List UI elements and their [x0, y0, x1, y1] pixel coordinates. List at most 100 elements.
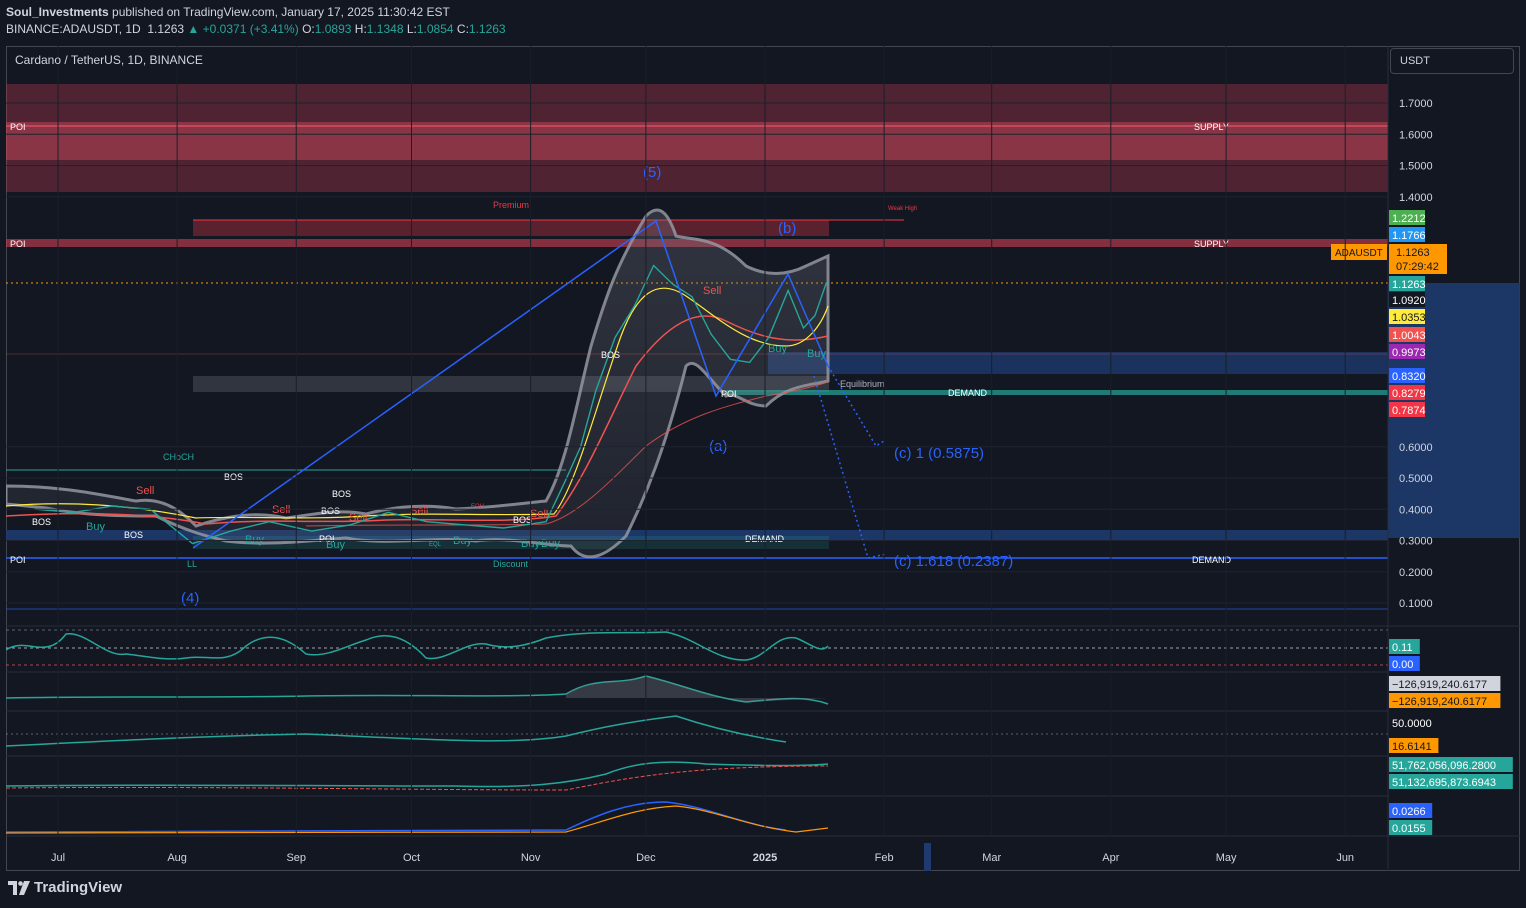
supply-label-upper: SUPPLY — [1194, 122, 1229, 132]
x-tick-label: Jul — [51, 852, 65, 864]
symbol-tag: ADAUSDT — [1335, 248, 1383, 259]
demand-label-bottom: DEMAND — [1192, 555, 1232, 565]
x-tick-label: Jun — [1336, 852, 1354, 864]
y-tick-label: 0.2000 — [1399, 567, 1433, 579]
oscillator-line — [6, 631, 829, 661]
indicator-label: 0.11 — [1392, 642, 1413, 654]
choch-label: CHoCH — [163, 452, 194, 462]
x-tick-label: Dec — [636, 852, 656, 864]
ll-label: LL — [187, 559, 197, 569]
rsi-line — [6, 715, 787, 747]
wave-c1-label: (c) 1 (0.5875) — [894, 445, 984, 462]
sell-label-2: Sell — [272, 504, 290, 516]
price-label: 0.8279 — [1392, 388, 1426, 400]
x-tick-label: Mar — [982, 852, 1001, 864]
publish-info: Soul_Investments published on TradingVie… — [6, 5, 450, 19]
price-label: 0.9973 — [1392, 347, 1426, 359]
eql-label: EQL — [429, 542, 442, 548]
high-value: 1.1348 — [366, 22, 404, 36]
published-text: published on TradingView.com, January 17… — [108, 5, 450, 19]
indicator-label: 0.0155 — [1392, 823, 1426, 835]
indicator-axis-labels: 0.11 0.00 −126,919,240.6177 −126,919,240.61… — [1389, 639, 1513, 835]
indicator-label: 0.0266 — [1392, 806, 1426, 818]
premium-zone — [193, 220, 829, 236]
indicator-label: 51,762,056,096.2800 — [1392, 760, 1496, 772]
price-label: 1.0043 — [1392, 330, 1426, 342]
x-tick-label: 2025 — [753, 852, 777, 864]
sell-label-4: Sell — [410, 505, 428, 517]
price-axis-labels: 1.2212 1.1766 1.1263 1.0920 1.0353 1.0043 0.99… — [1389, 210, 1426, 417]
price-label: 1.2212 — [1392, 213, 1426, 225]
ohlc-line: BINANCE:ADAUSDT, 1D 1.1263 ▲ +0.0371 (+3… — [6, 22, 506, 36]
supply-label-lower: SUPPLY — [1194, 239, 1229, 249]
indicator-label: 0.00 — [1392, 659, 1413, 671]
volume-oscillator-line — [6, 675, 829, 705]
last-price: 1.1263 — [147, 22, 185, 36]
poi-label-demand: POI — [721, 389, 737, 399]
tradingview-logo-icon — [8, 880, 30, 895]
time-axis-highlight — [924, 843, 931, 871]
sell-label-6: Sell — [703, 285, 721, 297]
open-label: O: — [302, 22, 315, 36]
bos-label-3: BOS — [32, 517, 51, 527]
footer-brand[interactable]: TradingView — [8, 879, 122, 896]
volume-oscillator-fill — [566, 676, 828, 702]
x-tick-label: May — [1216, 852, 1237, 864]
sell-label-3: Sell — [349, 512, 367, 524]
supply-zone-upper-core — [6, 122, 1388, 160]
symbol-title: Cardano / TetherUS, 1D, BINANCE — [15, 53, 203, 67]
projection-wave-c1 — [827, 365, 885, 448]
low-label: L: — [406, 22, 417, 36]
brand-name: TradingView — [34, 879, 123, 896]
poi-label-supply-upper: POI — [10, 122, 26, 132]
price-label: 1.0920 — [1392, 295, 1426, 307]
poi-label-supply-lower: POI — [10, 239, 26, 249]
y-tick-label: 0.1000 — [1399, 598, 1433, 610]
low-value: 1.0854 — [416, 22, 454, 36]
bar-countdown: 07:29:42 — [1396, 261, 1439, 273]
bos-label-5: BOS — [321, 506, 340, 516]
indicator-label: −126,919,240.6177 — [1392, 696, 1487, 708]
premium-label: Premium — [493, 200, 529, 210]
close-label: C: — [456, 22, 469, 36]
equilibrium-label: Equilibrium — [840, 379, 885, 389]
bos-label-7: BOS — [601, 350, 620, 360]
y-tick-label: 0.6000 — [1399, 442, 1433, 454]
y-tick-label: 1.5000 — [1399, 161, 1433, 173]
y-tick-label: 0.5000 — [1399, 473, 1433, 485]
open-value: 1.0893 — [314, 22, 352, 36]
price-chart[interactable]: ADAUSDT 1.1263 07:29:42 (5) (4) (a) (b) … — [6, 46, 1520, 871]
publisher-name[interactable]: Soul_Investments — [6, 5, 109, 19]
y-tick-label: 1.7000 — [1399, 98, 1433, 110]
price-label: 1.1766 — [1392, 230, 1426, 242]
y-tick-label: 1.6000 — [1399, 129, 1433, 141]
demand-line-poi — [726, 390, 1388, 395]
x-tick-label: Nov — [521, 852, 541, 864]
discount-label: Discount — [493, 559, 529, 569]
indicator-label: 50.0000 — [1392, 718, 1432, 730]
indicator-label: 16.6141 — [1392, 741, 1432, 753]
y-tick-label: 1.4000 — [1399, 192, 1433, 204]
wave-c1618-label: (c) 1.618 (0.2387) — [894, 553, 1013, 570]
demand-label-upper: DEMAND — [948, 388, 988, 398]
price-label: 1.0353 — [1392, 312, 1426, 324]
poi-label-bottom: POI — [10, 555, 26, 565]
bos-label-1: BOS — [224, 472, 243, 482]
bos-label-2: BOS — [332, 489, 351, 499]
price-label: 0.8320 — [1392, 371, 1426, 383]
buy-label-6: Buy — [541, 538, 560, 550]
sell-label-1: Sell — [136, 485, 154, 497]
wave-4-label: (4) — [181, 590, 199, 607]
sell-label-5: Sell — [530, 508, 548, 520]
x-tick-label: Feb — [875, 852, 894, 864]
high-label: H: — [354, 22, 367, 36]
currency-selector[interactable]: USDT — [1390, 48, 1514, 74]
buy-label-8: Buy — [807, 348, 826, 360]
price-label: 1.1263 — [1392, 279, 1426, 291]
demand-band-upper — [768, 352, 1388, 374]
wave-b-label: (b) — [778, 220, 796, 237]
symbol-interval: BINANCE:ADAUSDT, 1D — [6, 22, 141, 36]
x-tick-label: Oct — [403, 852, 420, 864]
price-label: 0.7874 — [1392, 405, 1426, 417]
indicator-label: 51,132,695,873.6943 — [1392, 777, 1496, 789]
